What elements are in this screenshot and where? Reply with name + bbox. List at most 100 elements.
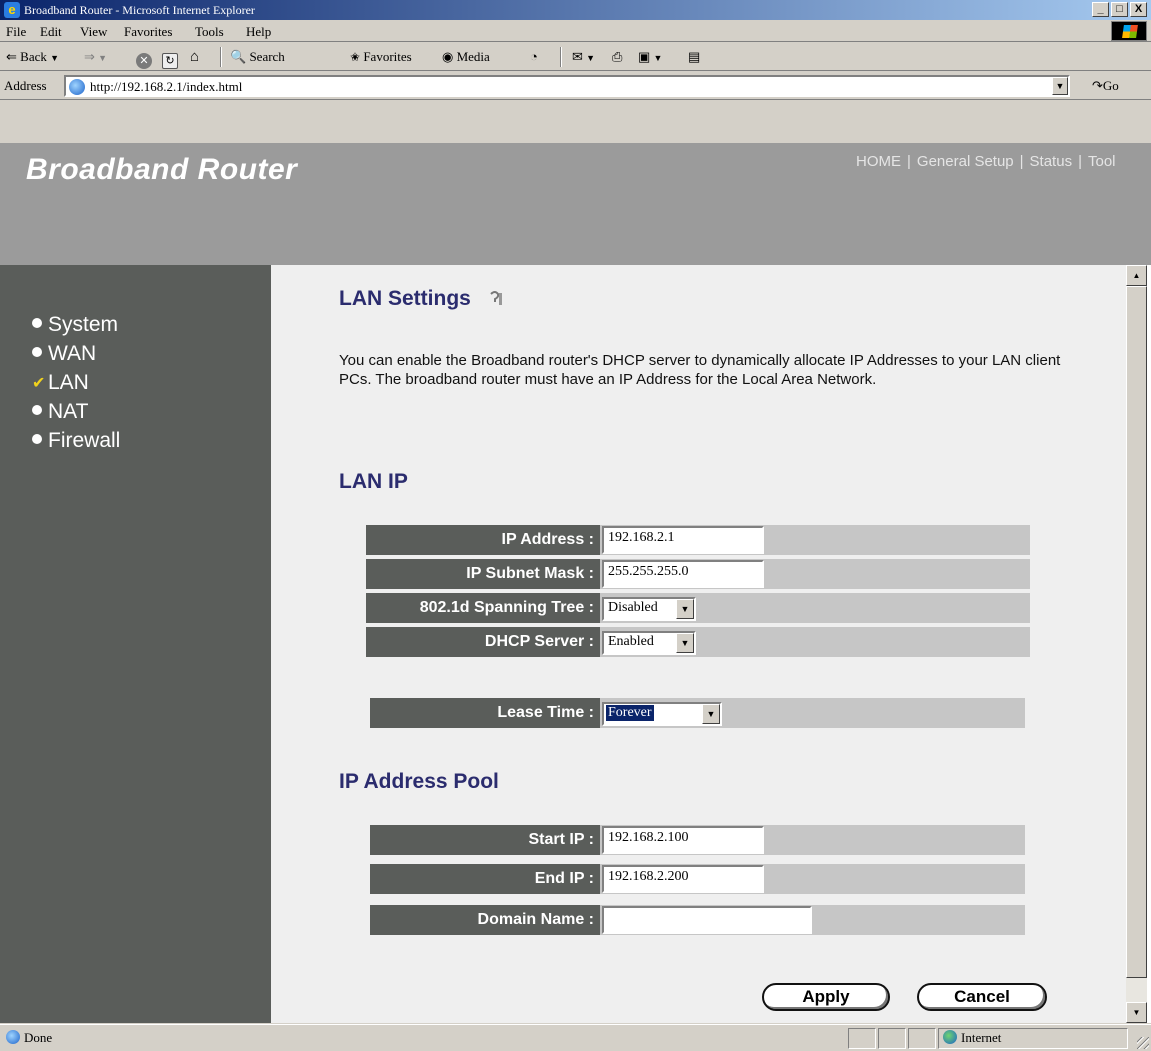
refresh-button[interactable]: ↻ [162, 48, 178, 69]
status-text: Done [24, 1030, 53, 1045]
scroll-thumb[interactable] [1126, 286, 1147, 978]
start-ip-label: Start IP : [370, 825, 600, 855]
forward-arrow-icon: ⇒ [84, 49, 95, 64]
vertical-scrollbar[interactable]: ▲ ▼ [1126, 265, 1147, 1023]
address-bar: Address http://192.168.2.1/index.html ▼ … [0, 72, 1151, 100]
media-button[interactable]: ◉ Media [442, 48, 490, 68]
nav-general-setup[interactable]: General Setup [917, 153, 1014, 170]
page-viewport: Broadband Router HOME | General Setup | Stat… [0, 143, 1151, 1023]
mail-button[interactable]: ✉ ▼ [572, 48, 595, 68]
print-button[interactable]: ⎙ [612, 48, 622, 68]
favorites-button[interactable]: ✬ Favorites [350, 48, 412, 68]
status-bar: Done Internet [0, 1024, 1151, 1051]
resize-grip-icon[interactable] [1137, 1037, 1149, 1049]
home-icon: ⌂ [190, 49, 200, 65]
domain-name-label: Domain Name : [370, 905, 600, 935]
sidebar-item-label: NAT [48, 400, 89, 423]
menu-view[interactable]: View [80, 24, 107, 40]
favorites-icon: ✬ [350, 50, 361, 64]
window-title: Broadband Router - Microsoft Internet Ex… [24, 3, 255, 17]
minimize-button[interactable]: _ [1092, 2, 1109, 17]
ip-address-row: IP Address : 192.168.2.1 [366, 523, 1030, 557]
start-ip-input[interactable]: 192.168.2.100 [602, 826, 764, 854]
page-title: LAN Settings [339, 287, 507, 311]
chevron-down-icon[interactable]: ▼ [702, 704, 720, 724]
back-label: Back [20, 49, 47, 64]
close-button[interactable]: X [1130, 2, 1147, 17]
edit-button[interactable]: ▣ ▼ [638, 48, 662, 68]
nav-status[interactable]: Status [1030, 153, 1073, 170]
help-icon[interactable] [482, 287, 507, 309]
sidebar-item-nat[interactable]: NAT [32, 400, 88, 424]
bullet-icon [32, 318, 42, 328]
go-button[interactable]: ↷Go [1092, 78, 1119, 94]
spanning-tree-value: Disabled [608, 600, 658, 615]
favorites-label: Favorites [363, 49, 412, 64]
menu-favorites[interactable]: Favorites [124, 24, 172, 40]
menu-edit[interactable]: Edit [40, 24, 62, 40]
zone-label: Internet [961, 1030, 1002, 1045]
maximize-button[interactable]: □ [1111, 2, 1128, 17]
top-navigation: HOME | General Setup | Status | Tool [856, 153, 1116, 170]
address-input[interactable]: http://192.168.2.1/index.html [64, 75, 1070, 97]
brand-title: Broadband Router [26, 153, 298, 186]
media-label: Media [456, 49, 490, 64]
back-button[interactable]: ⇐ Back ▼ [6, 48, 59, 68]
chevron-down-icon[interactable]: ▼ [676, 599, 694, 619]
forward-button[interactable]: ⇒ ▼ [84, 48, 107, 68]
page-title-text: LAN Settings [339, 287, 471, 310]
dhcp-server-cell: Enabled ▼ [600, 627, 1030, 657]
chevron-down-icon: ▼ [98, 53, 108, 63]
lease-time-cell: Forever ▼ [600, 698, 1025, 728]
chevron-down-icon: ▼ [50, 53, 60, 63]
subnet-mask-label: IP Subnet Mask : [366, 559, 600, 589]
discuss-button[interactable]: ▤ [688, 48, 700, 68]
dhcp-server-select[interactable]: Enabled ▼ [602, 631, 696, 655]
domain-name-input[interactable] [602, 906, 812, 934]
address-dropdown-button[interactable]: ▼ [1052, 77, 1068, 95]
lease-time-select[interactable]: Forever ▼ [602, 702, 722, 726]
bullet-icon [32, 434, 42, 444]
status-panel [908, 1028, 936, 1049]
sidebar-item-system[interactable]: System [32, 313, 118, 337]
scroll-up-icon[interactable]: ▲ [1126, 265, 1147, 286]
ie-logo-icon: e [4, 2, 20, 18]
chevron-down-icon[interactable]: ▼ [676, 633, 694, 653]
spanning-tree-select[interactable]: Disabled ▼ [602, 597, 696, 621]
sidebar-item-lan[interactable]: ✔ LAN [32, 371, 89, 395]
subnet-mask-cell: 255.255.255.0 [600, 559, 1030, 589]
toolbar: ⇐ Back ▼ ⇒ ▼ ✕ ↻ ⌂ 🔍 Search ✬ Favorites … [0, 43, 1151, 71]
nav-tool[interactable]: Tool [1088, 153, 1116, 170]
refresh-icon: ↻ [162, 53, 178, 69]
discuss-icon: ▤ [688, 49, 701, 64]
ip-address-input[interactable]: 192.168.2.1 [602, 526, 764, 554]
cancel-button[interactable]: Cancel [917, 983, 1047, 1011]
sidebar-item-label: System [48, 313, 119, 336]
lan-ip-heading: LAN IP [339, 470, 408, 493]
sidebar-item-wan[interactable]: WAN [32, 342, 96, 366]
sidebar: System WAN ✔ LAN NAT Firewall [0, 265, 271, 1023]
end-ip-row: End IP : 192.168.2.200 [370, 862, 1025, 896]
nav-home[interactable]: HOME [856, 153, 901, 170]
home-button[interactable]: ⌂ [190, 48, 199, 68]
end-ip-cell: 192.168.2.200 [600, 864, 1025, 894]
apply-button[interactable]: Apply [762, 983, 890, 1011]
search-label: Search [249, 49, 285, 64]
start-ip-row: Start IP : 192.168.2.100 [370, 823, 1025, 857]
search-button[interactable]: 🔍 Search [230, 48, 285, 68]
sidebar-item-firewall[interactable]: Firewall [32, 429, 120, 453]
status-panel [878, 1028, 906, 1049]
main-content: LAN Settings You can enable the Broadban… [271, 265, 1126, 1023]
menu-file[interactable]: File [6, 24, 26, 40]
end-ip-input[interactable]: 192.168.2.200 [602, 865, 764, 893]
menu-help[interactable]: Help [246, 24, 271, 40]
spanning-tree-label: 802.1d Spanning Tree : [366, 593, 600, 623]
menu-tools[interactable]: Tools [195, 24, 224, 40]
stop-button[interactable]: ✕ [136, 48, 152, 69]
scroll-down-icon[interactable]: ▼ [1126, 1002, 1147, 1023]
go-label: Go [1102, 78, 1119, 93]
history-icon: ◔ [530, 49, 538, 64]
end-ip-label: End IP : [370, 864, 600, 894]
subnet-mask-input[interactable]: 255.255.255.0 [602, 560, 764, 588]
history-button[interactable]: ◔ [530, 48, 538, 68]
